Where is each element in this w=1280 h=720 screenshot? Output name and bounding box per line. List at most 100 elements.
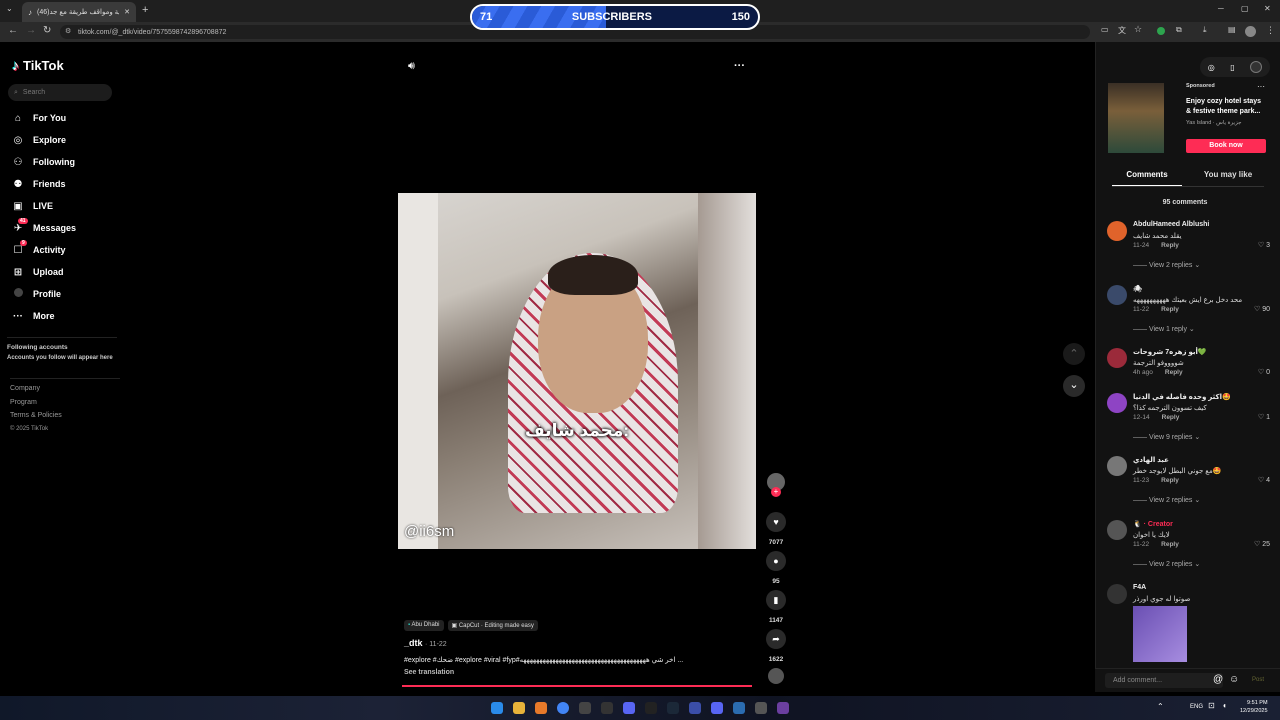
reply-button[interactable]: Reply: [1161, 541, 1179, 548]
new-tab-button[interactable]: +: [142, 4, 148, 16]
device-icon[interactable]: ▯: [1230, 63, 1234, 72]
view-replies-button[interactable]: ―― View 2 replies ⌄: [1133, 560, 1200, 568]
commenter-avatar[interactable]: [1107, 520, 1127, 540]
maximize-icon[interactable]: ▢: [1241, 4, 1249, 13]
ad-more-icon[interactable]: ···: [1257, 82, 1265, 91]
add-comment-input[interactable]: Add comment...: [1105, 673, 1223, 688]
video-player[interactable]: محمد شايف: @ii6sm: [398, 193, 756, 549]
footer-company[interactable]: Company: [10, 382, 120, 396]
app-icon[interactable]: [733, 702, 745, 714]
downloads-icon[interactable]: ⤓: [1203, 25, 1207, 35]
reply-button[interactable]: Reply: [1162, 414, 1180, 421]
minimize-icon[interactable]: ─: [1218, 4, 1224, 13]
view-replies-button[interactable]: ―― View 1 reply ⌄: [1133, 325, 1195, 333]
see-translation-link[interactable]: See translation: [404, 669, 454, 676]
commenter-name[interactable]: عبد الهادي: [1133, 456, 1169, 464]
capcut-tag[interactable]: ▣ CapCut · Editing made easy: [447, 620, 538, 631]
ad-thumbnail[interactable]: [1108, 83, 1164, 153]
network-icon[interactable]: ⊡: [1208, 701, 1215, 710]
commenter-avatar[interactable]: [1107, 584, 1127, 604]
app-icon[interactable]: [689, 702, 701, 714]
commenter-avatar[interactable]: [1107, 348, 1127, 368]
like-action[interactable]: ♥ 7077: [766, 512, 786, 546]
forward-icon[interactable]: →: [26, 25, 36, 36]
reply-button[interactable]: Reply: [1161, 477, 1179, 484]
browser-tab[interactable]: ♪ (46)اقطاعية ومواقف طريقة مع جد... ✕: [22, 2, 136, 22]
tray-chevron-icon[interactable]: ⌃: [1157, 702, 1164, 711]
view-replies-button[interactable]: ―― View 9 replies ⌄: [1133, 433, 1200, 441]
commenter-avatar[interactable]: [1107, 285, 1127, 305]
profile-avatar[interactable]: [1245, 26, 1256, 37]
close-window-icon[interactable]: ✕: [1264, 4, 1271, 13]
sound-disc-action[interactable]: [766, 668, 786, 684]
view-replies-button[interactable]: ―― View 2 replies ⌄: [1133, 261, 1200, 269]
discord-icon[interactable]: [711, 702, 723, 714]
commenter-name[interactable]: أبو زهره7 شروحات💚: [1133, 348, 1207, 356]
taskbar-clock[interactable]: 9:51 PM 12/29/2025: [1240, 699, 1268, 715]
site-info-icon[interactable]: ⚙: [65, 27, 71, 35]
sidebar-item-activity[interactable]: ☐ 9 Activity: [12, 239, 112, 261]
comment-like[interactable]: ♡ 25: [1254, 540, 1270, 548]
sidebar-item-live[interactable]: ▣ LIVE: [12, 195, 112, 217]
extensions-puzzle-icon[interactable]: ⧉: [1176, 25, 1182, 35]
tab-list-icon[interactable]: ⌄: [6, 4, 13, 13]
app-icon[interactable]: [645, 702, 657, 714]
tiktok-logo[interactable]: ♪ TikTok: [12, 57, 64, 73]
commenter-name[interactable]: F4A: [1133, 584, 1146, 591]
video-options-icon[interactable]: ···: [734, 60, 745, 72]
commenter-avatar[interactable]: [1107, 221, 1127, 241]
comment-like[interactable]: ♡ 3: [1258, 241, 1270, 249]
app-icon[interactable]: [535, 702, 547, 714]
comment-icon[interactable]: ●: [766, 551, 786, 571]
language-indicator[interactable]: ENG: [1190, 704, 1203, 710]
follow-plus-icon[interactable]: +: [771, 487, 781, 497]
start-icon[interactable]: [491, 702, 503, 714]
tab-comments[interactable]: Comments: [1112, 170, 1182, 187]
emoji-icon[interactable]: ☺: [1229, 674, 1239, 685]
sidebar-item-messages[interactable]: ✈ 41 Messages: [12, 217, 112, 239]
comment-action[interactable]: ● 95: [766, 551, 786, 585]
sidebar-item-more[interactable]: ··· More: [12, 305, 112, 327]
bookmark-star-icon[interactable]: ☆: [1134, 24, 1142, 35]
sound-disc-icon[interactable]: [768, 668, 784, 684]
save-action[interactable]: ▮ 1147: [766, 590, 786, 624]
app-icon[interactable]: [579, 702, 591, 714]
steam-icon[interactable]: [667, 702, 679, 714]
extension-icon[interactable]: [1157, 27, 1165, 35]
previous-video-button[interactable]: ⌃: [1063, 343, 1085, 365]
sidebar-item-upload[interactable]: ⊞ Upload: [12, 261, 112, 283]
creator-avatar-action[interactable]: +: [766, 473, 786, 497]
speaker-icon[interactable]: ◖: [1222, 701, 1227, 710]
heart-icon[interactable]: ♥: [766, 512, 786, 532]
reload-icon[interactable]: ↻: [43, 25, 51, 36]
tab-you-may-like[interactable]: You may like: [1192, 170, 1264, 179]
post-button[interactable]: Post: [1252, 677, 1264, 683]
translate-icon[interactable]: 文: [1118, 25, 1126, 36]
reply-button[interactable]: Reply: [1165, 369, 1183, 376]
app-icon[interactable]: [601, 702, 613, 714]
comment-sticker-image[interactable]: [1133, 606, 1187, 662]
commenter-name[interactable]: 🕷: [1133, 285, 1142, 293]
commenter-avatar[interactable]: [1107, 456, 1127, 476]
app-icon[interactable]: [755, 702, 767, 714]
file-explorer-icon[interactable]: [513, 702, 525, 714]
ad-title[interactable]: Enjoy cozy hotel stays & festive theme p…: [1186, 97, 1266, 117]
footer-program[interactable]: Program: [10, 396, 120, 410]
install-app-icon[interactable]: ▭: [1101, 25, 1109, 34]
close-tab-icon[interactable]: ✕: [124, 8, 130, 16]
reply-button[interactable]: Reply: [1161, 306, 1179, 313]
commenter-avatar[interactable]: [1107, 393, 1127, 413]
comment-like[interactable]: ♡ 0: [1258, 368, 1270, 376]
search-input[interactable]: ⌕ Search: [8, 84, 112, 101]
share-icon[interactable]: ➦: [766, 629, 786, 649]
bookmark-icon[interactable]: ▮: [766, 590, 786, 610]
compass-small-icon[interactable]: ◎: [1208, 63, 1215, 72]
volume-icon[interactable]: 🔊︎: [408, 60, 415, 73]
sidebar-item-friends[interactable]: ⚉ Friends: [12, 173, 112, 195]
discord-icon[interactable]: [623, 702, 635, 714]
next-video-button[interactable]: ⌄: [1063, 375, 1085, 397]
location-tag[interactable]: ▪ Abu Dhabi: [404, 620, 444, 631]
commenter-name[interactable]: اكثر وحده فاصله في الدنيا🤩: [1133, 393, 1231, 401]
profile-small-avatar[interactable]: [1250, 61, 1263, 73]
side-panel-icon[interactable]: ▤: [1228, 25, 1236, 34]
